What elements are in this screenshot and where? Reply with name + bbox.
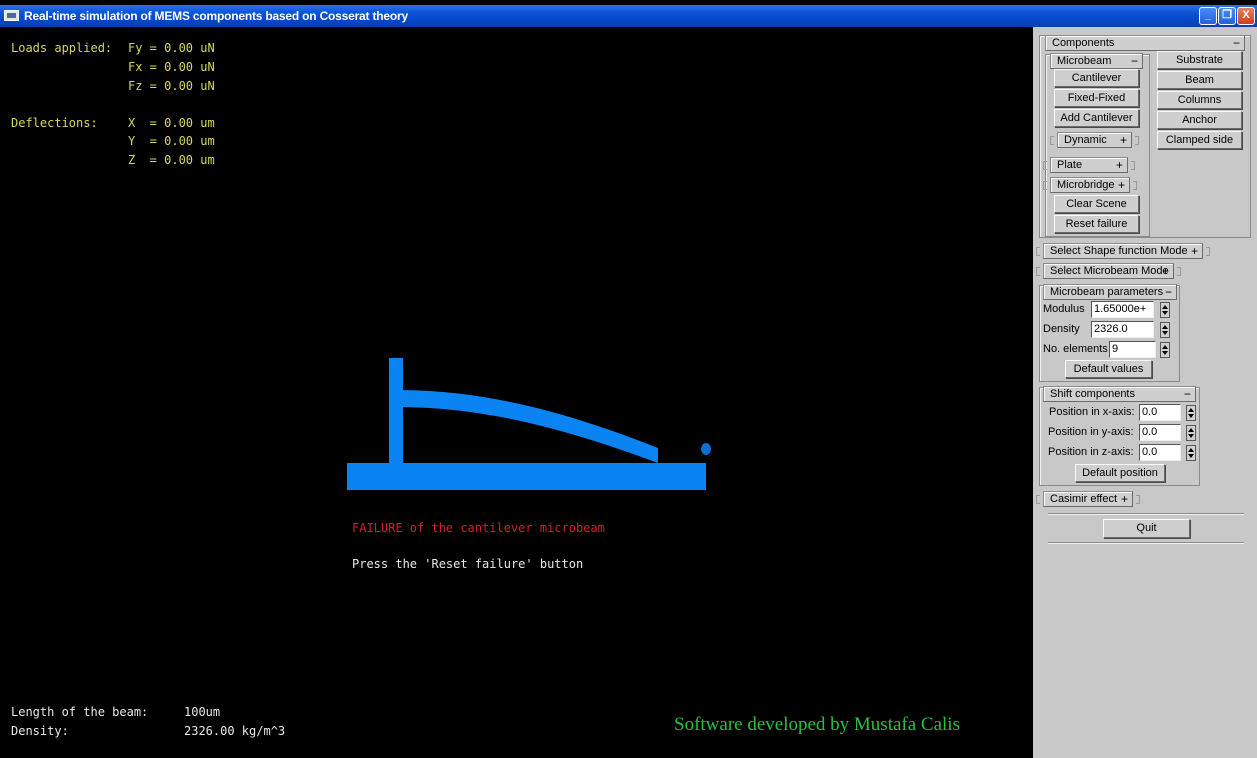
simulation-viewport[interactable]: Loads applied: Fy = 0.00 uN Fx = 0.00 uN… bbox=[7, 27, 1033, 758]
collapse-icon: − bbox=[1183, 387, 1191, 401]
density-value: 2326.00 kg/m^3 bbox=[184, 724, 286, 738]
credit-text: Software developed by Mustafa Calis bbox=[674, 714, 960, 735]
substrate-button[interactable]: Substrate bbox=[1157, 51, 1242, 69]
collapse-icon: − bbox=[1164, 285, 1172, 299]
default-values-button[interactable]: Default values bbox=[1065, 360, 1152, 378]
microbeam-parameters-rollout[interactable]: Microbeam parameters − bbox=[1043, 284, 1177, 300]
app-icon bbox=[4, 10, 19, 21]
beam-length-value: 100um bbox=[184, 705, 221, 719]
microbeam-rollout[interactable]: Microbeam − bbox=[1050, 53, 1143, 69]
position-z-label: Position in z-axis: bbox=[1048, 446, 1134, 458]
expand-icon: + bbox=[1117, 178, 1125, 192]
fixed-fixed-button[interactable]: Fixed-Fixed bbox=[1054, 89, 1139, 107]
restore-button[interactable]: ❐ bbox=[1218, 7, 1236, 25]
beam-button[interactable]: Beam bbox=[1157, 71, 1242, 89]
microbeam-rollout-label: Microbeam bbox=[1057, 55, 1112, 67]
position-y-field[interactable]: 0.0 bbox=[1139, 424, 1181, 441]
rollout-bracket-icon bbox=[1036, 247, 1040, 256]
anchor-button[interactable]: Anchor bbox=[1157, 111, 1242, 129]
microbeam-mode-label: Select Microbeam Mode bbox=[1050, 265, 1169, 277]
shape-function-mode-label: Select Shape function Mode bbox=[1050, 245, 1188, 257]
components-rollout-label: Components bbox=[1052, 37, 1115, 49]
beam-length-label: Length of the beam: bbox=[11, 705, 149, 719]
shape-function-mode-rollout[interactable]: Select Shape function Mode + bbox=[1036, 243, 1210, 259]
control-panel: Components − Microbeam − Cantilever Fixe… bbox=[1033, 27, 1257, 758]
dynamic-rollout[interactable]: Dynamic + bbox=[1050, 132, 1139, 148]
expand-icon: + bbox=[1120, 492, 1128, 506]
shift-components-label: Shift components bbox=[1050, 388, 1135, 400]
position-z-field[interactable]: 0.0 bbox=[1139, 444, 1181, 461]
position-y-spinner[interactable] bbox=[1186, 425, 1196, 441]
clamped-side-button[interactable]: Clamped side bbox=[1157, 131, 1242, 149]
mems-scene bbox=[347, 358, 711, 490]
app-window: Real-time simulation of MEMS components … bbox=[0, 0, 1257, 758]
position-x-spinner[interactable] bbox=[1186, 405, 1196, 421]
rollout-bracket-icon bbox=[1206, 247, 1210, 256]
columns-button[interactable]: Columns bbox=[1157, 91, 1242, 109]
rollout-bracket-icon bbox=[1050, 136, 1054, 145]
cantilever-button[interactable]: Cantilever bbox=[1054, 69, 1139, 87]
separator bbox=[1048, 513, 1244, 515]
rollout-bracket-icon bbox=[1043, 161, 1047, 170]
microbeam-mode-rollout[interactable]: Select Microbeam Mode + bbox=[1036, 263, 1181, 279]
anchor-column-shape bbox=[389, 358, 403, 464]
density-label: Density: bbox=[11, 724, 69, 738]
elements-field[interactable]: 9 bbox=[1109, 341, 1156, 358]
elements-spinner[interactable] bbox=[1160, 342, 1170, 358]
rollout-bracket-icon bbox=[1131, 161, 1135, 170]
failure-point-marker bbox=[701, 443, 711, 455]
rollout-bracket-icon bbox=[1043, 181, 1047, 190]
shift-components-rollout[interactable]: Shift components − bbox=[1043, 386, 1196, 402]
cantilever-beam-shape bbox=[403, 390, 658, 463]
dynamic-rollout-label: Dynamic bbox=[1064, 134, 1107, 146]
casimir-effect-rollout[interactable]: Casimir effect + bbox=[1036, 491, 1140, 507]
density-field[interactable]: 2326.0 bbox=[1091, 321, 1154, 338]
elements-label: No. elements bbox=[1043, 343, 1108, 355]
modulus-spinner[interactable] bbox=[1160, 302, 1170, 318]
collapse-icon: − bbox=[1232, 36, 1240, 50]
reset-hint: Press the 'Reset failure' button bbox=[352, 557, 584, 571]
density-spinner[interactable] bbox=[1160, 322, 1170, 338]
rollout-bracket-icon bbox=[1036, 495, 1040, 504]
expand-icon: + bbox=[1115, 158, 1123, 172]
plate-rollout-label: Plate bbox=[1057, 159, 1083, 171]
expand-icon: + bbox=[1190, 244, 1198, 258]
collapse-icon: − bbox=[1130, 54, 1138, 68]
microbridge-rollout-label: Microbridge bbox=[1057, 179, 1115, 191]
add-cantilever-button[interactable]: Add Cantilever bbox=[1054, 109, 1139, 127]
rollout-bracket-icon bbox=[1135, 136, 1139, 145]
clear-scene-button[interactable]: Clear Scene bbox=[1054, 195, 1139, 213]
expand-icon: + bbox=[1161, 264, 1169, 278]
plate-rollout[interactable]: Plate + bbox=[1043, 157, 1135, 173]
quit-button[interactable]: Quit bbox=[1103, 519, 1190, 538]
default-position-button[interactable]: Default position bbox=[1075, 464, 1165, 482]
position-x-label: Position in x-axis: bbox=[1049, 406, 1135, 418]
microbridge-rollout[interactable]: Microbridge + bbox=[1043, 177, 1137, 193]
components-rollout[interactable]: Components − bbox=[1045, 35, 1245, 51]
density-param-label: Density bbox=[1043, 323, 1080, 335]
rollout-bracket-icon bbox=[1136, 495, 1140, 504]
modulus-field[interactable]: 1.65000e+ bbox=[1091, 301, 1154, 318]
casimir-effect-label: Casimir effect bbox=[1050, 493, 1118, 505]
rollout-bracket-icon bbox=[1177, 267, 1181, 276]
substrate-shape bbox=[347, 463, 706, 490]
position-x-field[interactable]: 0.0 bbox=[1139, 404, 1181, 421]
rollout-bracket-icon bbox=[1036, 267, 1040, 276]
separator bbox=[1048, 542, 1244, 544]
microbeam-parameters-label: Microbeam parameters bbox=[1050, 286, 1164, 298]
position-y-label: Position in y-axis: bbox=[1048, 426, 1134, 438]
close-button[interactable]: X bbox=[1237, 7, 1255, 25]
modulus-label: Modulus bbox=[1043, 303, 1085, 315]
rollout-bracket-icon bbox=[1133, 181, 1137, 190]
reset-failure-button[interactable]: Reset failure bbox=[1054, 215, 1139, 233]
title-bar[interactable]: Real-time simulation of MEMS components … bbox=[0, 5, 1257, 27]
failure-message: FAILURE of the cantilever microbeam bbox=[352, 521, 605, 535]
position-z-spinner[interactable] bbox=[1186, 445, 1196, 461]
expand-icon: + bbox=[1119, 133, 1127, 147]
window-title: Real-time simulation of MEMS components … bbox=[24, 9, 408, 23]
minimize-button[interactable]: _ bbox=[1199, 7, 1217, 25]
